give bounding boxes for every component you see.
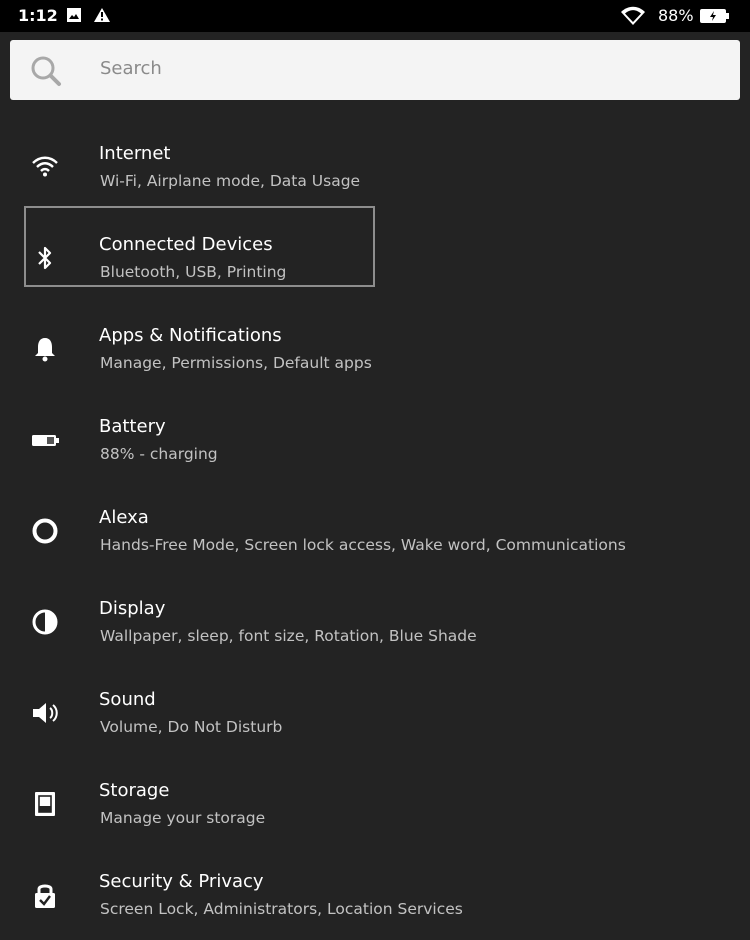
item-subtitle: Volume, Do Not Disturb xyxy=(100,718,283,736)
bell-icon xyxy=(30,334,60,364)
wifi-icon xyxy=(30,152,60,182)
search-input[interactable]: Search xyxy=(10,40,740,100)
item-title: Security & Privacy xyxy=(99,871,264,892)
item-subtitle: 88% - charging xyxy=(100,445,218,463)
status-bar: 1:12 88% xyxy=(0,0,750,32)
settings-item-security-privacy[interactable]: Security & Privacy Screen Lock, Administ… xyxy=(0,849,750,940)
settings-item-internet[interactable]: Internet Wi-Fi, Airplane mode, Data Usag… xyxy=(0,121,750,212)
settings-item-apps-notifications[interactable]: Apps & Notifications Manage, Permissions… xyxy=(0,303,750,394)
item-title: Storage xyxy=(99,780,170,801)
item-subtitle: Hands-Free Mode, Screen lock access, Wak… xyxy=(100,536,626,554)
item-subtitle: Wallpaper, sleep, font size, Rotation, B… xyxy=(100,627,477,645)
battery-charging-icon xyxy=(700,8,730,28)
alexa-icon xyxy=(30,516,60,546)
item-title: Display xyxy=(99,598,166,619)
highlight-box xyxy=(24,206,375,287)
battery-icon xyxy=(30,425,60,455)
item-subtitle: Manage, Permissions, Default apps xyxy=(100,354,372,372)
status-time: 1:12 xyxy=(18,6,58,25)
display-icon xyxy=(30,607,60,637)
item-title: Internet xyxy=(99,143,171,164)
item-subtitle: Manage your storage xyxy=(100,809,266,827)
lock-icon xyxy=(30,880,60,910)
wifi-icon xyxy=(620,6,646,30)
item-subtitle: Screen Lock, Administrators, Location Se… xyxy=(100,900,463,918)
item-subtitle: Wi-Fi, Airplane mode, Data Usage xyxy=(100,172,361,190)
settings-item-storage[interactable]: Storage Manage your storage xyxy=(0,758,750,849)
settings-item-sound[interactable]: Sound Volume, Do Not Disturb xyxy=(0,667,750,758)
item-title: Alexa xyxy=(99,507,149,528)
storage-icon xyxy=(30,789,60,819)
item-title: Sound xyxy=(99,689,156,710)
image-icon xyxy=(66,7,82,27)
settings-item-battery[interactable]: Battery 88% - charging xyxy=(0,394,750,485)
item-title: Apps & Notifications xyxy=(99,325,282,346)
speaker-icon xyxy=(30,698,60,728)
battery-percent: 88% xyxy=(658,6,694,25)
settings-item-display[interactable]: Display Wallpaper, sleep, font size, Rot… xyxy=(0,576,750,667)
settings-item-alexa[interactable]: Alexa Hands-Free Mode, Screen lock acces… xyxy=(0,485,750,576)
search-icon xyxy=(30,55,62,91)
warning-icon xyxy=(93,7,111,27)
item-title: Battery xyxy=(99,416,166,437)
search-placeholder: Search xyxy=(100,58,162,79)
